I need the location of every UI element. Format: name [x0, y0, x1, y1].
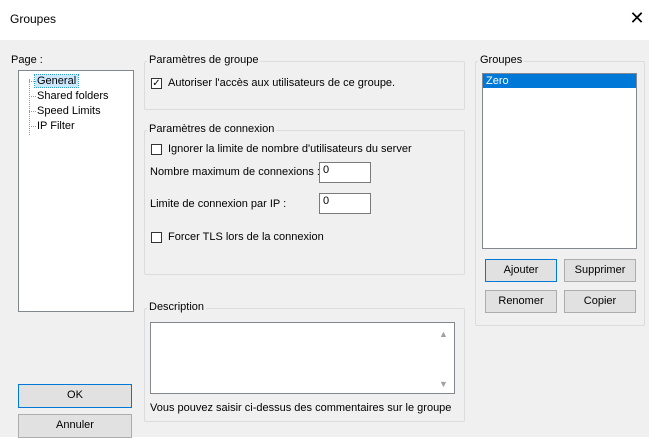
close-icon[interactable]: ✕	[627, 8, 647, 28]
ignore-limit-label[interactable]: Ignorer la limite de nombre d'utilisateu…	[168, 143, 412, 155]
description-hint: Vous pouvez saisir ci-dessus des comment…	[150, 402, 452, 414]
groups-legend: Groupes	[478, 54, 525, 66]
max-connections-label: Nombre maximum de connexions :	[150, 166, 320, 178]
force-tls-checkbox[interactable]	[151, 232, 162, 243]
scroll-up-icon[interactable]: ▲	[439, 329, 448, 339]
tree-item-ip-filter[interactable]: IP Filter	[29, 120, 75, 132]
tree-item-label: Speed Limits	[37, 105, 101, 117]
force-tls-label[interactable]: Forcer TLS lors de la connexion	[168, 231, 324, 243]
tree-connector	[29, 96, 36, 97]
tree-item-label: General	[33, 74, 80, 88]
page-label: Page :	[11, 54, 43, 66]
group-item-zero[interactable]: Zero	[483, 74, 636, 88]
ok-button[interactable]: OK	[18, 384, 132, 408]
ignore-limit-checkbox[interactable]	[151, 144, 162, 155]
allow-access-checkbox[interactable]: ✓	[151, 78, 162, 89]
tree-item-label: IP Filter	[37, 120, 75, 132]
description-legend: Description	[147, 301, 207, 313]
max-connections-field[interactable]: 0	[319, 162, 371, 183]
allow-access-label[interactable]: Autoriser l'accès aux utilisateurs de ce…	[168, 77, 395, 89]
tree-connector	[29, 111, 36, 112]
cancel-button[interactable]: Annuler	[18, 414, 132, 438]
description-textarea[interactable]: ▲ ▼	[150, 322, 455, 394]
tree-item-shared-folders[interactable]: Shared folders	[29, 90, 109, 102]
copy-group-button[interactable]: Copier	[564, 290, 636, 313]
scroll-down-icon[interactable]: ▼	[439, 379, 448, 389]
tree-connector	[29, 126, 36, 127]
limit-per-ip-field[interactable]: 0	[319, 193, 371, 214]
title-bar	[0, 0, 649, 40]
checkmark-icon: ✓	[152, 78, 161, 89]
tree-item-general[interactable]: General	[29, 74, 80, 88]
limit-per-ip-label: Limite de connexion par IP :	[150, 198, 287, 210]
connection-params-legend: Paramètres de connexion	[147, 123, 277, 135]
delete-group-button[interactable]: Supprimer	[564, 259, 636, 282]
groups-list[interactable]: Zero	[482, 73, 637, 249]
add-group-button[interactable]: Ajouter	[485, 259, 557, 282]
rename-group-button[interactable]: Renomer	[485, 290, 557, 313]
page-tree[interactable]: General Shared folders Speed Limits IP F…	[18, 70, 134, 312]
tree-item-label: Shared folders	[37, 90, 109, 102]
tree-item-speed-limits[interactable]: Speed Limits	[29, 105, 101, 117]
group-params-legend: Paramètres de groupe	[147, 54, 261, 66]
window-title: Groupes	[10, 12, 57, 26]
tree-connector	[29, 81, 36, 82]
